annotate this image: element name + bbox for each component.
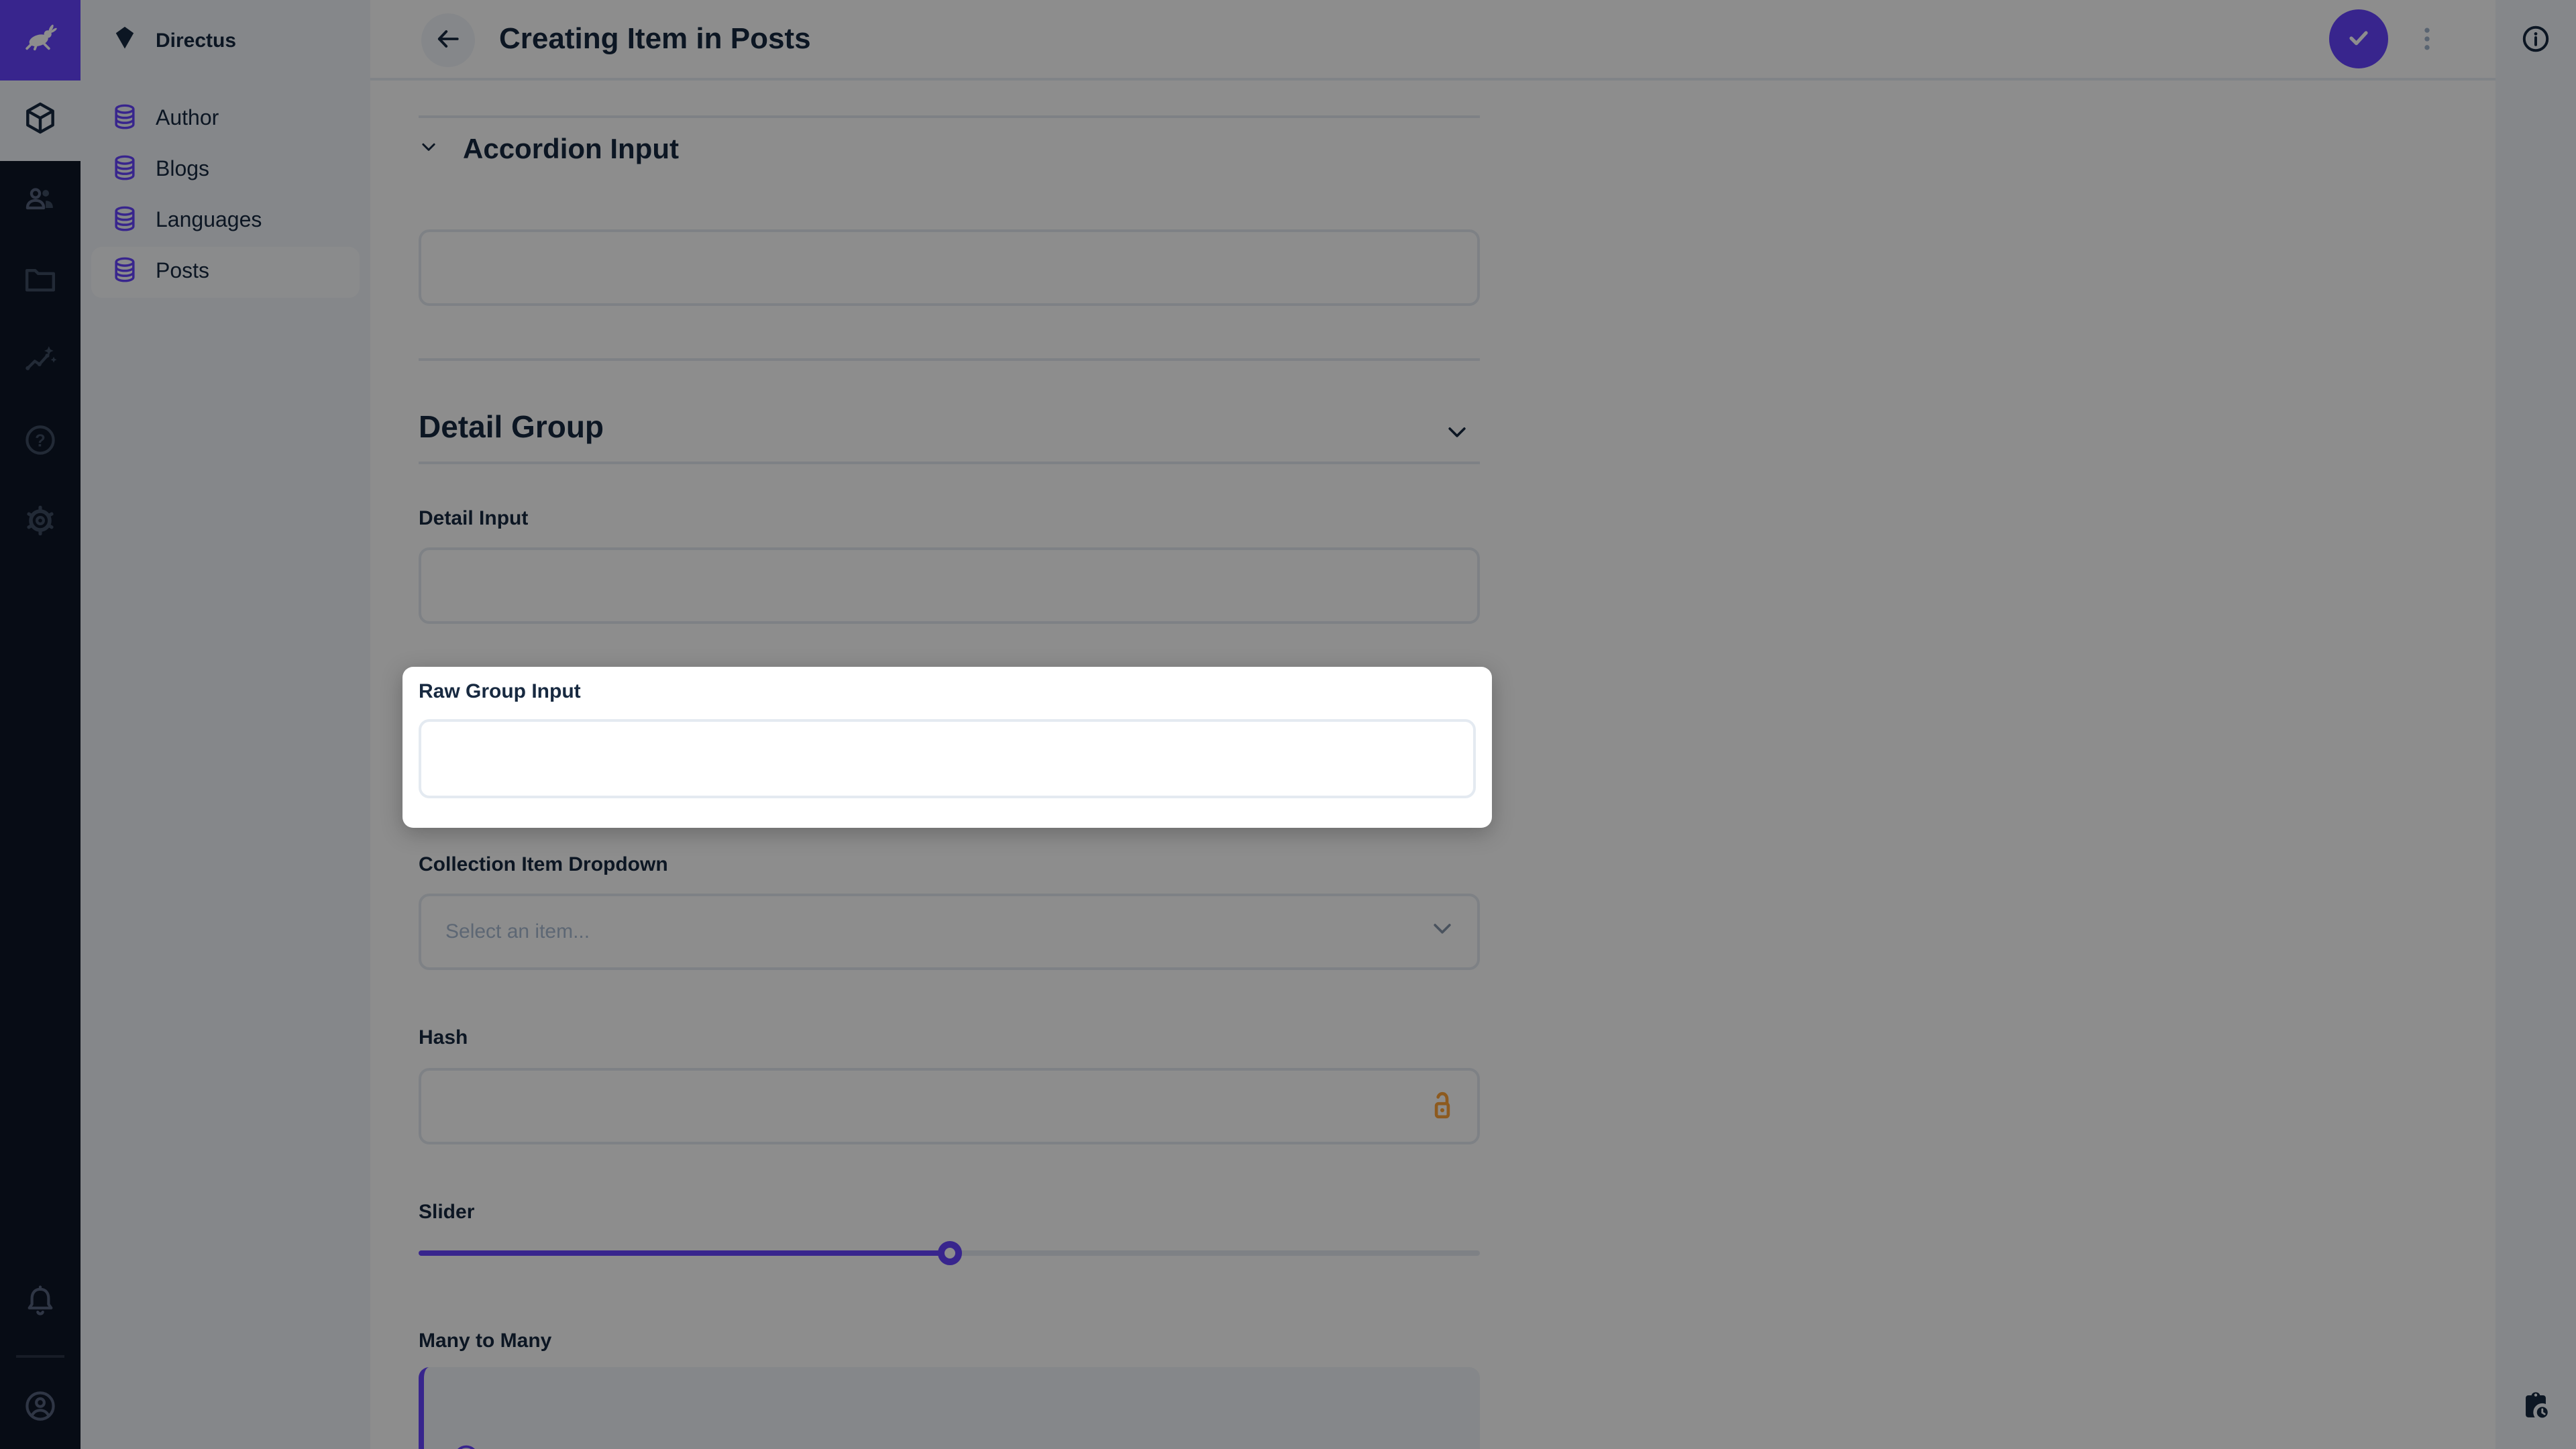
raw-group-input-spotlight: Raw Group Input [402,667,1492,828]
directus-app: ? [0,0,2576,1449]
raw-group-input-label: Raw Group Input [419,680,581,703]
raw-group-input[interactable] [419,719,1476,798]
